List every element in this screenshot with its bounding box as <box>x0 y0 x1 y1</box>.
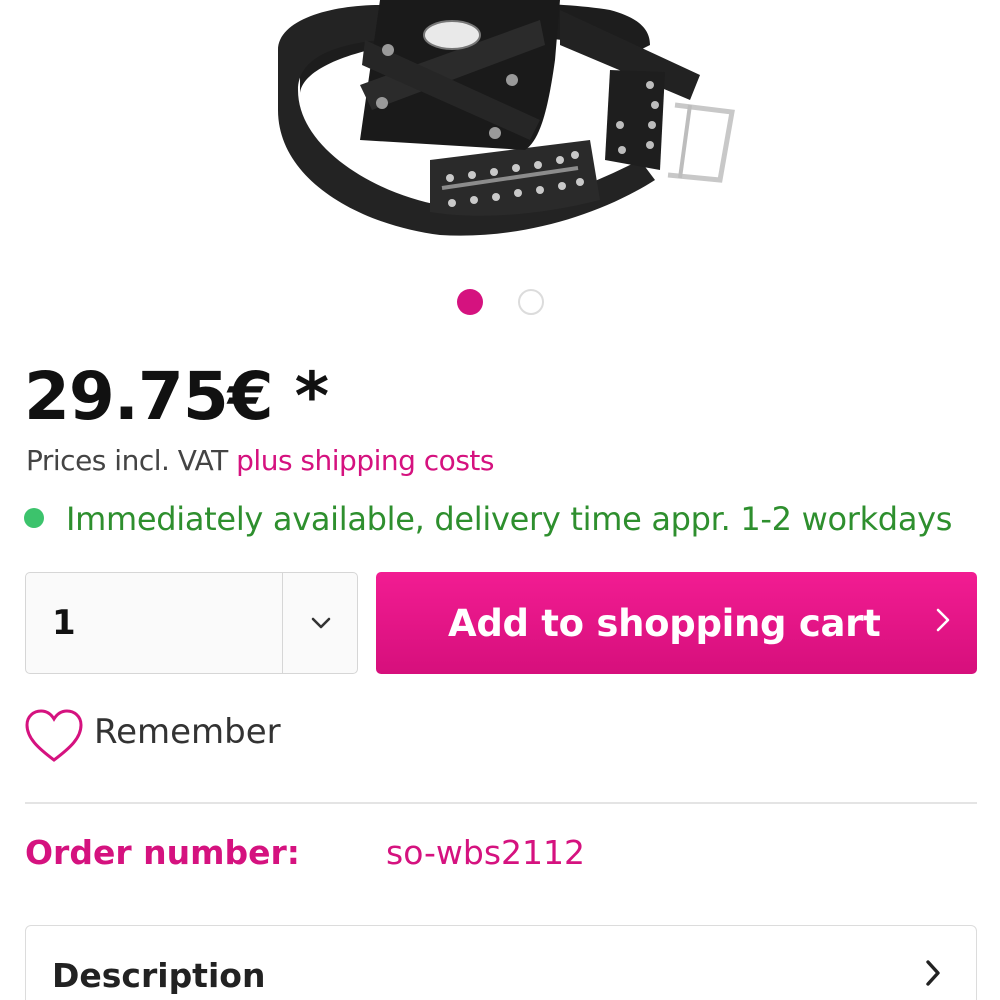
shipping-costs-link[interactable]: plus shipping costs <box>236 444 494 477</box>
add-to-cart-button[interactable]: Add to shopping cart <box>376 572 977 674</box>
order-number-label: Order number: <box>25 833 300 872</box>
heart-icon <box>25 709 83 762</box>
availability-status: Immediately available, delivery time app… <box>24 500 952 538</box>
chevron-right-icon <box>935 606 951 637</box>
quantity-value: 1 <box>52 603 76 643</box>
gallery-dot-2[interactable] <box>518 289 544 315</box>
product-price: 29.75€ * <box>24 358 329 435</box>
order-number-value: so-wbs2112 <box>386 833 586 872</box>
vat-text: Prices incl. VAT <box>26 444 237 477</box>
status-dot-icon <box>24 508 44 528</box>
description-accordion[interactable]: Description <box>25 925 977 1000</box>
description-label: Description <box>52 956 266 995</box>
product-image[interactable] <box>0 0 1000 255</box>
remember-label: Remember <box>94 712 281 752</box>
chevron-down-icon[interactable] <box>283 573 358 673</box>
quantity-select[interactable]: 1 <box>25 572 358 674</box>
vat-info: Prices incl. VAT plus shipping costs <box>26 444 494 477</box>
tool-belt-illustration <box>278 0 735 236</box>
availability-text: Immediately available, delivery time app… <box>66 500 953 538</box>
add-to-cart-label: Add to shopping cart <box>448 602 881 645</box>
gallery-pagination <box>0 287 1000 317</box>
section-divider <box>25 802 977 804</box>
chevron-right-icon <box>924 958 942 993</box>
gallery-dot-1[interactable] <box>457 289 483 315</box>
